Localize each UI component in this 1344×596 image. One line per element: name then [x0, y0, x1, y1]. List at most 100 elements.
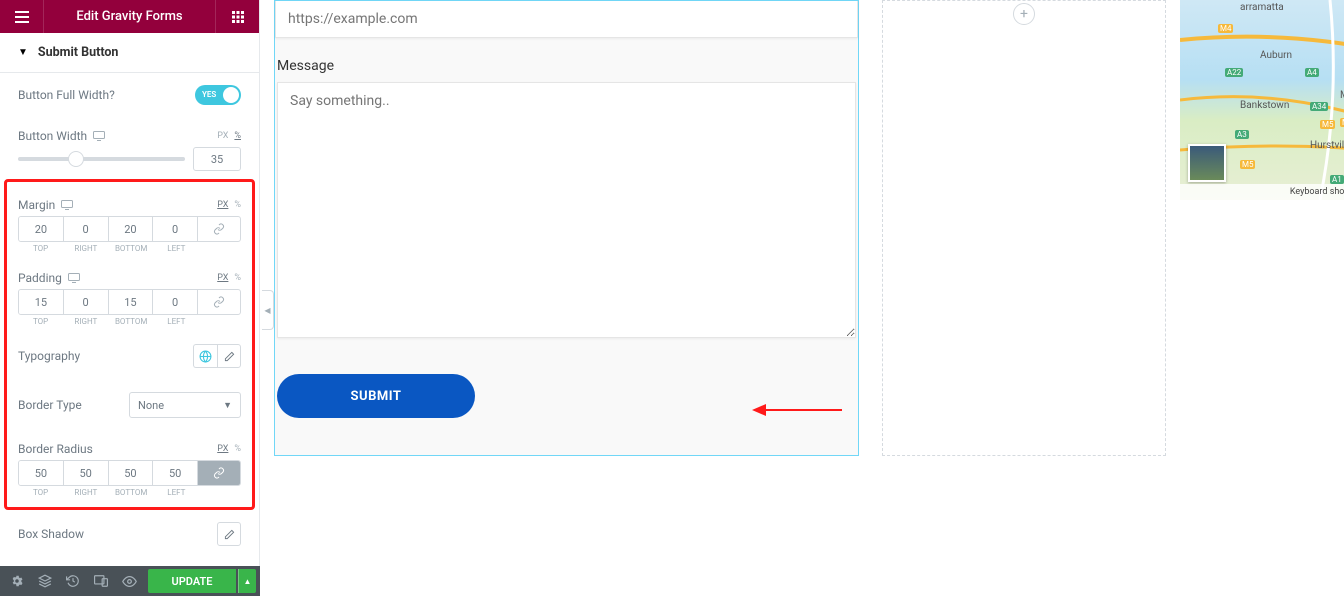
desktop-icon[interactable]	[93, 131, 105, 141]
width-slider-row	[18, 147, 241, 179]
p-l-top: TOP	[18, 317, 63, 326]
border-type-label: Border Type	[18, 398, 82, 412]
google-map-widget[interactable]: arramatta Auburn Bankstown Hurstville Su…	[1180, 0, 1344, 200]
editor-canvas: ◀ Message SUBMIT + arramatta Auburn Bank…	[262, 0, 1344, 596]
margin-label: Margin	[18, 198, 73, 212]
form-widget[interactable]: Message SUBMIT	[274, 0, 859, 456]
border-radius-inputs	[18, 460, 241, 486]
eye-icon[interactable]	[116, 568, 142, 594]
slider-thumb[interactable]	[68, 151, 84, 167]
update-button[interactable]: UPDATE	[148, 569, 236, 593]
padding-bottom-input[interactable]	[109, 290, 153, 314]
padding-left-input[interactable]	[153, 290, 197, 314]
br-unit-px[interactable]: PX	[217, 444, 228, 454]
margin-top-input[interactable]	[19, 217, 63, 241]
control-typography: Typography	[18, 332, 241, 380]
padding-inputs	[18, 289, 241, 315]
section-label: Submit Button	[38, 45, 119, 60]
width-units: PX %	[217, 131, 241, 141]
typography-label: Typography	[18, 349, 80, 363]
message-textarea[interactable]	[277, 82, 856, 338]
full-width-switch[interactable]: YES	[195, 85, 241, 105]
globe-icon[interactable]	[193, 344, 217, 368]
control-margin: Margin PX %	[18, 186, 241, 216]
add-section-placeholder[interactable]: +	[882, 0, 1166, 456]
switch-yes-label: YES	[202, 85, 216, 105]
padding-right-input[interactable]	[64, 290, 108, 314]
br-right-input[interactable]	[64, 461, 108, 485]
br-unit-pct[interactable]: %	[234, 444, 241, 454]
br-dim-labels: TOP RIGHT BOTTOM LEFT	[18, 488, 241, 497]
unit-pct[interactable]: %	[234, 131, 241, 141]
hamburger-icon[interactable]	[0, 0, 44, 33]
full-width-label: Button Full Width?	[18, 88, 115, 102]
margin-bottom-input[interactable]	[109, 217, 153, 241]
button-width-text: Button Width	[18, 129, 87, 143]
typography-buttons	[193, 344, 241, 368]
section-submit-button[interactable]: ▼ Submit Button	[0, 33, 259, 73]
controls-scroll: Button Full Width? YES Button Width PX %	[0, 73, 259, 564]
margin-unit-pct[interactable]: %	[234, 200, 241, 210]
l-right: RIGHT	[63, 244, 108, 253]
map-keyboard-shortcuts[interactable]: Keyboard shortcuts	[1290, 187, 1344, 197]
layers-icon[interactable]	[32, 568, 58, 594]
control-border-type: Border Type None ▼	[18, 380, 241, 430]
map-type-thumb[interactable]	[1188, 144, 1226, 182]
br-left-input[interactable]	[153, 461, 197, 485]
l-bottom: BOTTOM	[109, 244, 154, 253]
control-button-width: Button Width PX %	[18, 117, 241, 147]
padding-units: PX %	[217, 273, 241, 283]
margin-right-input[interactable]	[64, 217, 108, 241]
margin-text: Margin	[18, 198, 55, 212]
map-road: A3	[1235, 130, 1249, 139]
br-l-top: TOP	[18, 488, 63, 497]
unit-px[interactable]: PX	[217, 131, 228, 141]
map-place: Bankstown	[1240, 100, 1289, 111]
caret-down-icon: ▼	[18, 47, 28, 58]
margin-link-icon[interactable]	[198, 217, 240, 241]
padding-top-input[interactable]	[19, 290, 63, 314]
plus-icon[interactable]: +	[1013, 3, 1035, 25]
control-box-shadow: Box Shadow	[18, 510, 241, 558]
button-width-label: Button Width	[18, 129, 105, 143]
br-l-bottom: BOTTOM	[109, 488, 154, 497]
pencil-icon[interactable]	[217, 522, 241, 546]
width-value-input[interactable]	[193, 147, 241, 171]
submit-button[interactable]: SUBMIT	[277, 374, 475, 418]
margin-left-input[interactable]	[153, 217, 197, 241]
map-road: A4	[1305, 68, 1319, 77]
padding-dim-labels: TOP RIGHT BOTTOM LEFT	[18, 317, 241, 326]
padding-unit-px[interactable]: PX	[217, 273, 228, 283]
padding-text: Padding	[18, 271, 62, 285]
desktop-icon[interactable]	[61, 200, 73, 210]
box-shadow-label: Box Shadow	[18, 527, 84, 541]
border-type-select[interactable]: None ▼	[129, 392, 241, 418]
map-footer: Keyboard shortcuts Map Data Terms of Use…	[1180, 184, 1344, 200]
control-padding: Padding PX %	[18, 259, 241, 289]
map-place: Hurstville	[1310, 140, 1344, 151]
pencil-icon[interactable]	[217, 344, 241, 368]
map-road: A34	[1310, 102, 1328, 111]
br-link-icon[interactable]	[198, 461, 240, 485]
margin-unit-px[interactable]: PX	[217, 200, 228, 210]
widgets-grid-icon[interactable]	[215, 0, 259, 33]
update-caret[interactable]: ▲	[238, 569, 256, 593]
br-top-input[interactable]	[19, 461, 63, 485]
message-label: Message	[275, 58, 858, 74]
desktop-icon[interactable]	[68, 273, 80, 283]
br-bottom-input[interactable]	[109, 461, 153, 485]
switch-knob	[223, 87, 239, 103]
url-input[interactable]	[275, 1, 858, 38]
padding-link-icon[interactable]	[198, 290, 240, 314]
responsive-icon[interactable]	[88, 568, 114, 594]
chevron-down-icon: ▼	[223, 400, 232, 411]
collapse-sidebar-icon[interactable]: ◀	[262, 290, 274, 330]
map-road: M5	[1320, 120, 1335, 129]
gear-icon[interactable]	[4, 568, 30, 594]
map-place: Auburn	[1260, 50, 1292, 61]
width-slider[interactable]	[18, 157, 185, 161]
padding-unit-pct[interactable]: %	[234, 273, 241, 283]
editor-sidebar: Edit Gravity Forms ▼ Submit Button Butto…	[0, 0, 260, 596]
map-road: M5	[1240, 160, 1255, 169]
history-icon[interactable]	[60, 568, 86, 594]
